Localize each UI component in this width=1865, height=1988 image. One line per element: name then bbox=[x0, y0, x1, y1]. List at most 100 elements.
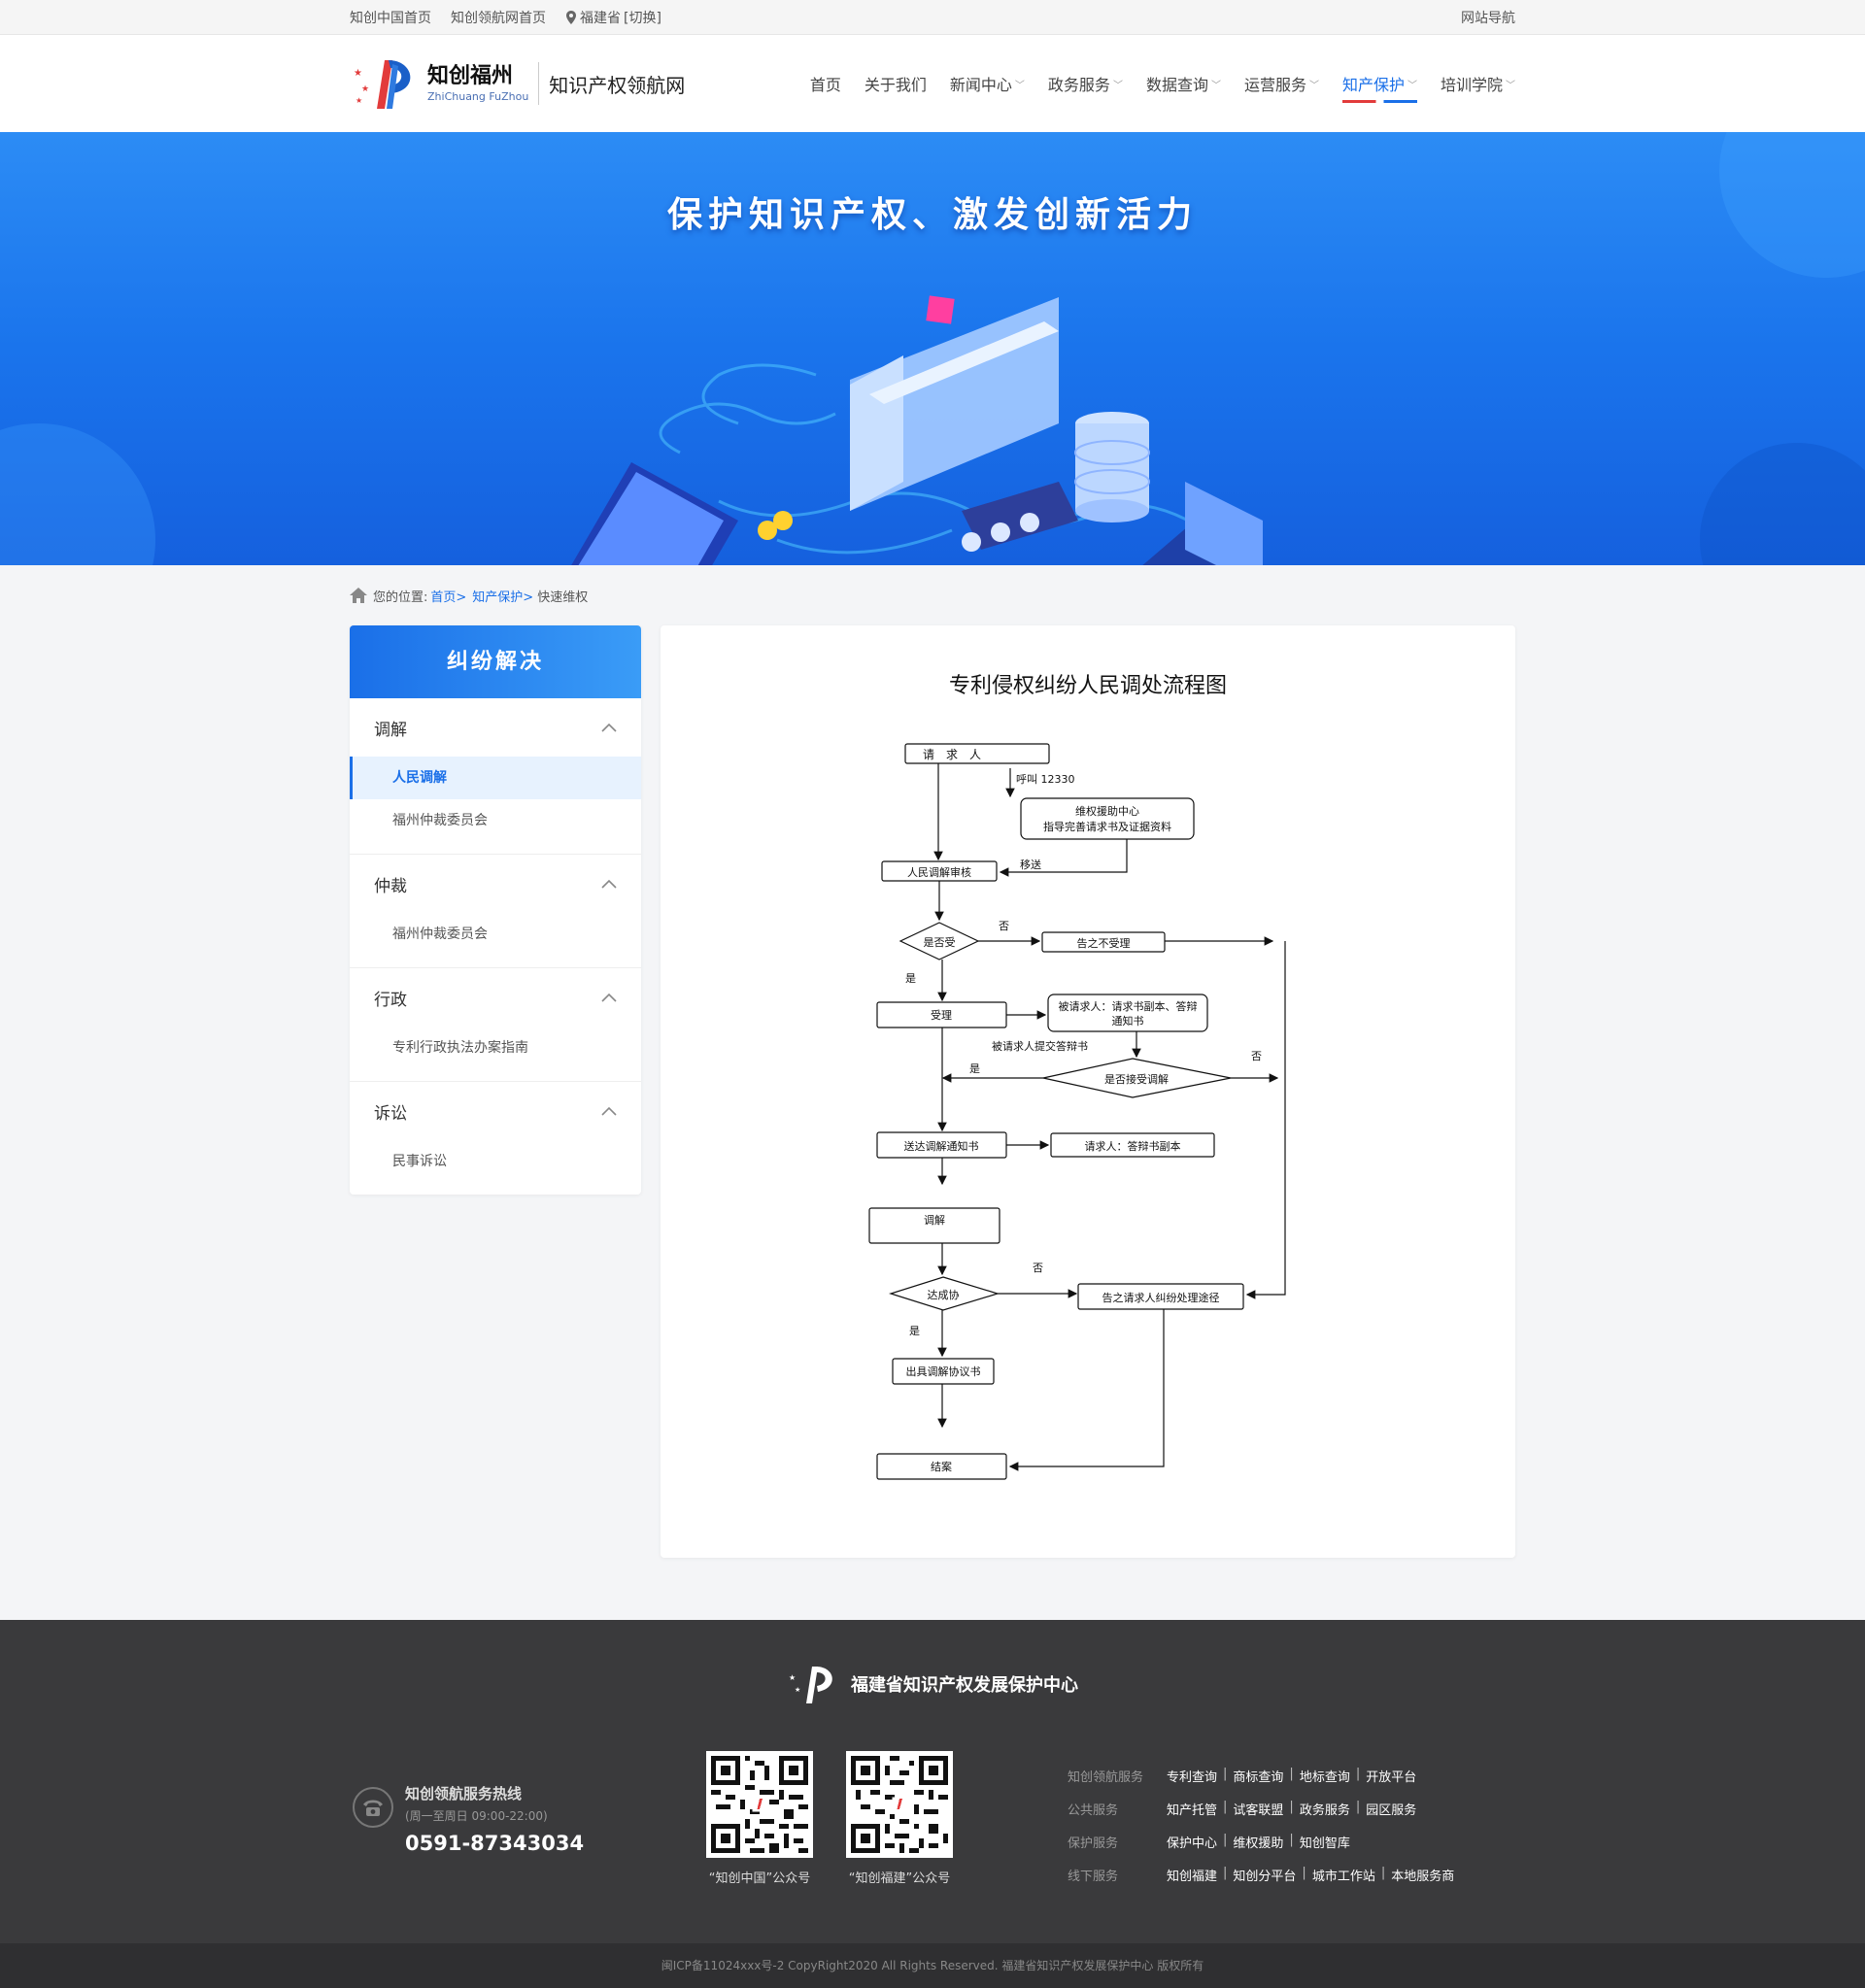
footer-link[interactable]: 政务服务 bbox=[1300, 1800, 1350, 1818]
top-bar: 知创中国首页 知创领航网首页 福建省 [切换] 网站导航 bbox=[0, 0, 1865, 35]
header: ★ ★ ★ 知创福州 ZhiChuang FuZhou 知识产权领航网 首页 关… bbox=[0, 35, 1865, 132]
breadcrumb: 您的位置: 首页> 知产保护> 快速维权 bbox=[350, 565, 1515, 625]
footer-link[interactable]: 城市工作站 bbox=[1312, 1866, 1375, 1884]
sidebar-group-header[interactable]: 行政 bbox=[350, 968, 641, 1027]
node-agreement: 出具调解协议书 bbox=[906, 1365, 981, 1378]
chevron-up-icon bbox=[601, 879, 617, 889]
nav-item-gov[interactable]: 政务服务 ﹀ bbox=[1048, 64, 1123, 103]
site-nav-link[interactable]: 网站导航 bbox=[1461, 8, 1515, 27]
logo-mark-icon: ★ ★ ★ bbox=[354, 60, 411, 109]
node-reject: 告之不受理 bbox=[1077, 936, 1131, 950]
sidebar-title: 纠纷解决 bbox=[350, 625, 641, 698]
site-name: 知识产权领航网 bbox=[549, 73, 686, 97]
footer-link-row-label: 保护服务 bbox=[1068, 1836, 1119, 1851]
qr-caption: “知创中国”公众号 bbox=[708, 1871, 811, 1886]
breadcrumb-prefix: 您的位置: bbox=[373, 590, 428, 605]
footer-link[interactable]: 知创福建 bbox=[1167, 1866, 1217, 1884]
sidebar: 纠纷解决 调解 人民调解 福州仲裁委员会 仲裁 福州仲裁委员会 行政 专利行政执… bbox=[350, 625, 641, 1195]
flowchart: 请 求 人 呼叫 12330 维权援助中心 指导完善请求书及证据资料 移送 人民… bbox=[868, 743, 1286, 1480]
location-switch[interactable]: [切换] bbox=[624, 8, 661, 27]
hotline-hours: (周一至周日 09:00-22:00) bbox=[405, 1809, 548, 1823]
chevron-down-icon: ﹀ bbox=[1014, 80, 1025, 91]
breadcrumb-home[interactable]: 首页> bbox=[430, 587, 466, 605]
nav-item-home[interactable]: 首页 bbox=[810, 64, 841, 103]
hotline: 知创领航服务热线 (周一至周日 09:00-22:00) 0591-873430… bbox=[353, 1783, 584, 1855]
sidebar-group-arbitration: 仲裁 福州仲裁委员会 bbox=[350, 855, 641, 968]
footer-link[interactable]: 园区服务 bbox=[1366, 1800, 1416, 1818]
nav-item-about[interactable]: 关于我们 bbox=[865, 64, 927, 103]
footer-link[interactable]: 试客联盟 bbox=[1233, 1800, 1283, 1818]
logo-subname: ZhiChuang FuZhou bbox=[427, 89, 529, 103]
sidebar-group-header[interactable]: 调解 bbox=[350, 698, 641, 757]
footer-link[interactable]: 开放平台 bbox=[1366, 1767, 1416, 1785]
sidebar-item-enforcement-guide[interactable]: 专利行政执法办案指南 bbox=[350, 1027, 641, 1069]
node-other-way: 告之请求人纠纷处理途径 bbox=[1102, 1291, 1220, 1304]
footer-link[interactable]: 本地服务商 bbox=[1391, 1866, 1454, 1884]
footer-link[interactable]: 知产托管 bbox=[1167, 1800, 1217, 1818]
node-respondent-1: 被请求人：请求书副本、答辩 bbox=[1059, 999, 1198, 1013]
chevron-down-icon: ﹀ bbox=[1407, 80, 1417, 91]
node-center-1: 维权援助中心 bbox=[1075, 804, 1139, 818]
footer-links: 知创领航服务 专利查询 | 商标查询 | 地标查询 | 开放平台 公共服务 知产托管 | 试客联… bbox=[1068, 1759, 1454, 1891]
footer-link-row: 线下服务 知创福建 | 知创分平台 | 城市工作站 | 本地服务商 bbox=[1068, 1865, 1455, 1884]
qr-caption: “知创福建”公众号 bbox=[848, 1871, 951, 1886]
telephone-icon bbox=[353, 1787, 393, 1828]
logo-mark-icon: ★★ bbox=[789, 1667, 832, 1703]
breadcrumb-current: 快速维权 bbox=[537, 590, 589, 605]
node-close: 结案 bbox=[931, 1460, 952, 1473]
node-accept-question: 是否受 bbox=[924, 936, 956, 949]
node-requester-copy: 请求人：答辩书副本 bbox=[1085, 1139, 1181, 1153]
footer-link[interactable]: 专利查询 bbox=[1167, 1767, 1217, 1785]
chevron-down-icon: ﹀ bbox=[1308, 80, 1319, 91]
nav-item-data[interactable]: 数据查询 ﹀ bbox=[1146, 64, 1221, 103]
content-panel: 专利侵权纠纷人民调处流程图 请 求 人 呼叫 12330 维权援助中心 指导完善… bbox=[661, 625, 1515, 1558]
nav-item-protection[interactable]: 知产保护 ﹀ bbox=[1341, 64, 1417, 103]
footer-link-row: 知创领航服务 专利查询 | 商标查询 | 地标查询 | 开放平台 bbox=[1068, 1766, 1417, 1785]
nav-item-operation[interactable]: 运营服务 ﹀ bbox=[1244, 64, 1319, 103]
main-nav: 首页 关于我们 新闻中心 ﹀ 政务服务 ﹀ 数据查询 ﹀ 运营服务 ﹀ 知产保护 ﹀ 培训… bbox=[787, 35, 1515, 132]
footer-link[interactable]: 维权援助 bbox=[1233, 1833, 1283, 1851]
label-no-3: 否 bbox=[1033, 1262, 1043, 1274]
chevron-up-icon bbox=[601, 993, 617, 1002]
hero-banner: 保护知识产权、激发创新活力 bbox=[0, 132, 1865, 565]
banner-title: 保护知识产权、激发创新活力 bbox=[666, 195, 1198, 235]
footer-link[interactable]: 知创智库 bbox=[1300, 1833, 1350, 1851]
svg-text:★: ★ bbox=[354, 68, 362, 79]
breadcrumb-protection[interactable]: 知产保护> bbox=[472, 587, 533, 605]
footer-link[interactable]: 知创分平台 bbox=[1233, 1866, 1296, 1884]
qr-zhichuang-china: “知创中国”公众号 bbox=[701, 1751, 818, 1886]
footer-link[interactable]: 商标查询 bbox=[1233, 1767, 1283, 1785]
hotline-phone[interactable]: 0591-87343034 bbox=[405, 1832, 584, 1855]
footer-link-row-label: 线下服务 bbox=[1068, 1869, 1119, 1884]
sidebar-group-header[interactable]: 仲裁 bbox=[350, 855, 641, 913]
copyright: 闽ICP备11024xxx号-2 CopyRight2020 All Right… bbox=[0, 1943, 1865, 1988]
link-zhichuang-lingHang[interactable]: 知创领航网首页 bbox=[451, 8, 546, 27]
logo-divider bbox=[538, 62, 540, 105]
footer-link-row: 公共服务 知产托管 | 试客联盟 | 政务服务 | 园区服务 bbox=[1068, 1799, 1417, 1818]
sidebar-group-mediation: 调解 人民调解 福州仲裁委员会 bbox=[350, 698, 641, 855]
qr-zhichuang-fujian: “知创福建”公众号 bbox=[841, 1751, 958, 1886]
chevron-down-icon: ﹀ bbox=[1506, 80, 1515, 91]
site-logo[interactable]: ★ ★ ★ 知创福州 ZhiChuang FuZhou 知识产权领航网 bbox=[350, 54, 685, 113]
sidebar-item-arbitration-committee[interactable]: 福州仲裁委员会 bbox=[350, 799, 641, 842]
nav-item-news[interactable]: 新闻中心 ﹀ bbox=[950, 64, 1025, 103]
footer-link[interactable]: 地标查询 bbox=[1300, 1767, 1350, 1785]
nav-item-training[interactable]: 培训学院 ﹀ bbox=[1441, 64, 1515, 103]
node-mediation: 调解 bbox=[924, 1213, 945, 1227]
sidebar-group-header[interactable]: 诉讼 bbox=[350, 1082, 641, 1140]
location-switcher[interactable]: 福建省 [切换] bbox=[565, 8, 661, 27]
chevron-up-icon bbox=[601, 1106, 617, 1116]
footer-link[interactable]: 保护中心 bbox=[1167, 1833, 1217, 1851]
node-center-2: 指导完善请求书及证据资料 bbox=[1043, 820, 1171, 833]
label-no-1: 否 bbox=[999, 920, 1009, 932]
sidebar-item-people-mediation[interactable]: 人民调解 bbox=[350, 757, 641, 799]
map-pin-icon bbox=[566, 11, 576, 24]
hotline-title: 知创领航服务热线 bbox=[405, 1785, 523, 1803]
sidebar-item-arbitration-committee[interactable]: 福州仲裁委员会 bbox=[350, 913, 641, 956]
qr-code-icon bbox=[706, 1751, 813, 1858]
svg-text:★: ★ bbox=[361, 84, 369, 94]
sidebar-group-litigation: 诉讼 民事诉讼 bbox=[350, 1082, 641, 1195]
label-yes-2: 是 bbox=[969, 1062, 980, 1075]
sidebar-item-civil-litigation[interactable]: 民事诉讼 bbox=[350, 1140, 641, 1183]
link-zhichuang-china[interactable]: 知创中国首页 bbox=[350, 8, 431, 27]
